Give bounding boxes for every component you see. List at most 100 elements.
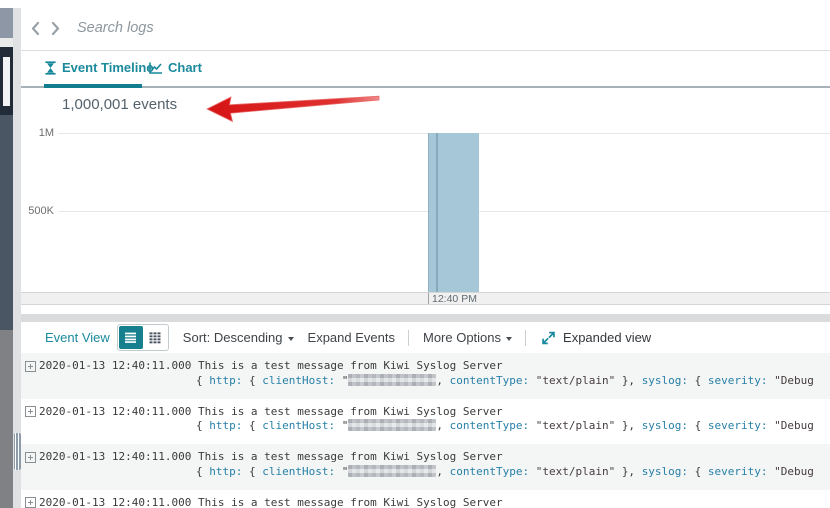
expand-events-button[interactable]: Expand Events bbox=[308, 330, 395, 345]
event-rows: 2020-01-13 12:40:11.000 This is a test m… bbox=[21, 353, 830, 508]
timeline-x-axis: 12:40 PM bbox=[21, 292, 830, 305]
search-bar bbox=[21, 6, 830, 51]
sort-label: Sort: Descending bbox=[183, 330, 283, 345]
grid-view-button[interactable] bbox=[143, 326, 167, 349]
sidebar-body bbox=[0, 115, 13, 330]
json-key[interactable]: contentType: bbox=[450, 374, 529, 387]
event-message: This is a test message from Kiwi Syslog … bbox=[198, 359, 503, 372]
caret-down-icon bbox=[288, 337, 294, 341]
event-row[interactable]: 2020-01-13 12:40:11.000 This is a test m… bbox=[21, 353, 830, 399]
json-text: "Debug bbox=[768, 374, 814, 387]
json-text: }, bbox=[622, 465, 642, 478]
json-text: " bbox=[335, 465, 348, 478]
sidebar-button-fragment[interactable] bbox=[0, 8, 13, 38]
tab-event-timeline[interactable]: Event Timeline bbox=[44, 60, 154, 75]
sidebar-footer bbox=[0, 330, 13, 508]
caret-down-icon bbox=[506, 337, 512, 341]
expand-row-icon[interactable] bbox=[25, 406, 36, 417]
tab-label: Event Timeline bbox=[62, 60, 154, 75]
json-key[interactable]: contentType: bbox=[450, 465, 529, 478]
sidebar-divider bbox=[0, 38, 13, 47]
json-text: { bbox=[242, 419, 262, 432]
y-axis-tick: 500K bbox=[21, 205, 54, 217]
event-json-detail: { http: { clientHost: ", contentType: "t… bbox=[25, 374, 830, 389]
event-row[interactable]: 2020-01-13 12:40:11.000 This is a test m… bbox=[21, 444, 830, 490]
event-view-label: Event View bbox=[45, 330, 110, 345]
expanded-view-button[interactable]: Expanded view bbox=[540, 330, 651, 346]
panel-separator bbox=[21, 314, 830, 322]
chevron-left-icon bbox=[29, 21, 42, 36]
json-key[interactable]: severity: bbox=[708, 465, 768, 478]
json-text: { bbox=[688, 374, 708, 387]
event-message: This is a test message from Kiwi Syslog … bbox=[198, 496, 503, 508]
json-text: "text/plain" bbox=[529, 374, 622, 387]
json-text: "text/plain" bbox=[529, 465, 622, 478]
sidebar-logo-fragment bbox=[0, 47, 13, 115]
json-key[interactable]: severity: bbox=[708, 419, 768, 432]
json-text: { bbox=[196, 374, 209, 387]
json-key[interactable]: clientHost: bbox=[262, 374, 335, 387]
chevron-right-icon bbox=[49, 21, 62, 36]
json-key[interactable]: http: bbox=[209, 419, 242, 432]
hourglass-icon bbox=[44, 61, 57, 75]
view-mode-toggle bbox=[117, 324, 169, 351]
event-row[interactable]: 2020-01-13 12:40:11.000 This is a test m… bbox=[21, 490, 830, 508]
redacted-host-pixelated bbox=[348, 374, 436, 386]
json-text: }, bbox=[622, 419, 642, 432]
json-key[interactable]: contentType: bbox=[450, 419, 529, 432]
event-view-toolbar: Event View bbox=[21, 322, 830, 353]
event-message: This is a test message from Kiwi Syslog … bbox=[198, 405, 503, 418]
json-key[interactable]: clientHost: bbox=[262, 465, 335, 478]
more-options-dropdown[interactable]: More Options bbox=[423, 330, 512, 345]
redacted-host-pixelated bbox=[348, 419, 436, 431]
json-key[interactable]: clientHost: bbox=[262, 419, 335, 432]
event-timestamp: 2020-01-13 12:40:11.000 bbox=[39, 450, 191, 463]
json-text: { bbox=[242, 374, 262, 387]
json-text: " bbox=[335, 374, 348, 387]
event-view-panel: Event View bbox=[21, 322, 830, 508]
json-text: { bbox=[242, 465, 262, 478]
list-view-button[interactable] bbox=[119, 326, 143, 349]
json-text: }, bbox=[622, 374, 642, 387]
logo-glyph-fragment bbox=[3, 57, 10, 106]
sort-dropdown[interactable]: Sort: Descending bbox=[183, 330, 294, 345]
expand-row-icon[interactable] bbox=[25, 452, 36, 463]
x-axis-tick-mark bbox=[428, 293, 429, 304]
json-text: , bbox=[436, 465, 449, 478]
json-text: { bbox=[196, 465, 209, 478]
event-row[interactable]: 2020-01-13 12:40:11.000 This is a test m… bbox=[21, 399, 830, 445]
json-key[interactable]: severity: bbox=[708, 374, 768, 387]
json-text: { bbox=[688, 465, 708, 478]
search-input[interactable] bbox=[77, 20, 677, 36]
annotation-arrow bbox=[196, 90, 406, 135]
expand-row-icon[interactable] bbox=[25, 361, 36, 372]
json-text: , bbox=[436, 419, 449, 432]
json-text: , bbox=[436, 374, 449, 387]
json-key[interactable]: syslog: bbox=[642, 465, 688, 478]
history-back-button[interactable] bbox=[26, 19, 44, 37]
line-chart-icon bbox=[148, 61, 163, 75]
expand-row-icon[interactable] bbox=[25, 497, 36, 508]
json-key[interactable]: http: bbox=[209, 465, 242, 478]
main-content: Event Timeline Chart 1,000,001 events bbox=[21, 0, 830, 508]
event-json-detail: { http: { clientHost: ", contentType: "t… bbox=[25, 465, 830, 480]
toolbar-divider bbox=[525, 330, 526, 346]
history-forward-button[interactable] bbox=[46, 19, 64, 37]
json-key[interactable]: http: bbox=[209, 374, 242, 387]
json-text: "Debug bbox=[768, 465, 814, 478]
json-text: "text/plain" bbox=[529, 419, 622, 432]
json-key[interactable]: syslog: bbox=[642, 374, 688, 387]
timeline-bar[interactable] bbox=[428, 133, 479, 292]
tab-chart[interactable]: Chart bbox=[148, 60, 202, 75]
event-json-detail: { http: { clientHost: ", contentType: "t… bbox=[25, 419, 830, 434]
json-text: "Debug bbox=[768, 419, 814, 432]
events-scrollbar-handle[interactable] bbox=[14, 433, 21, 470]
event-timestamp: 2020-01-13 12:40:11.000 bbox=[39, 359, 191, 372]
x-axis-tick-label: 12:40 PM bbox=[432, 293, 477, 305]
expand-arrows-icon bbox=[540, 330, 557, 346]
json-key[interactable]: syslog: bbox=[642, 419, 688, 432]
event-message: This is a test message from Kiwi Syslog … bbox=[198, 450, 503, 463]
collapsed-sidebar bbox=[0, 0, 13, 508]
more-options-label: More Options bbox=[423, 330, 501, 345]
json-text: { bbox=[688, 419, 708, 432]
